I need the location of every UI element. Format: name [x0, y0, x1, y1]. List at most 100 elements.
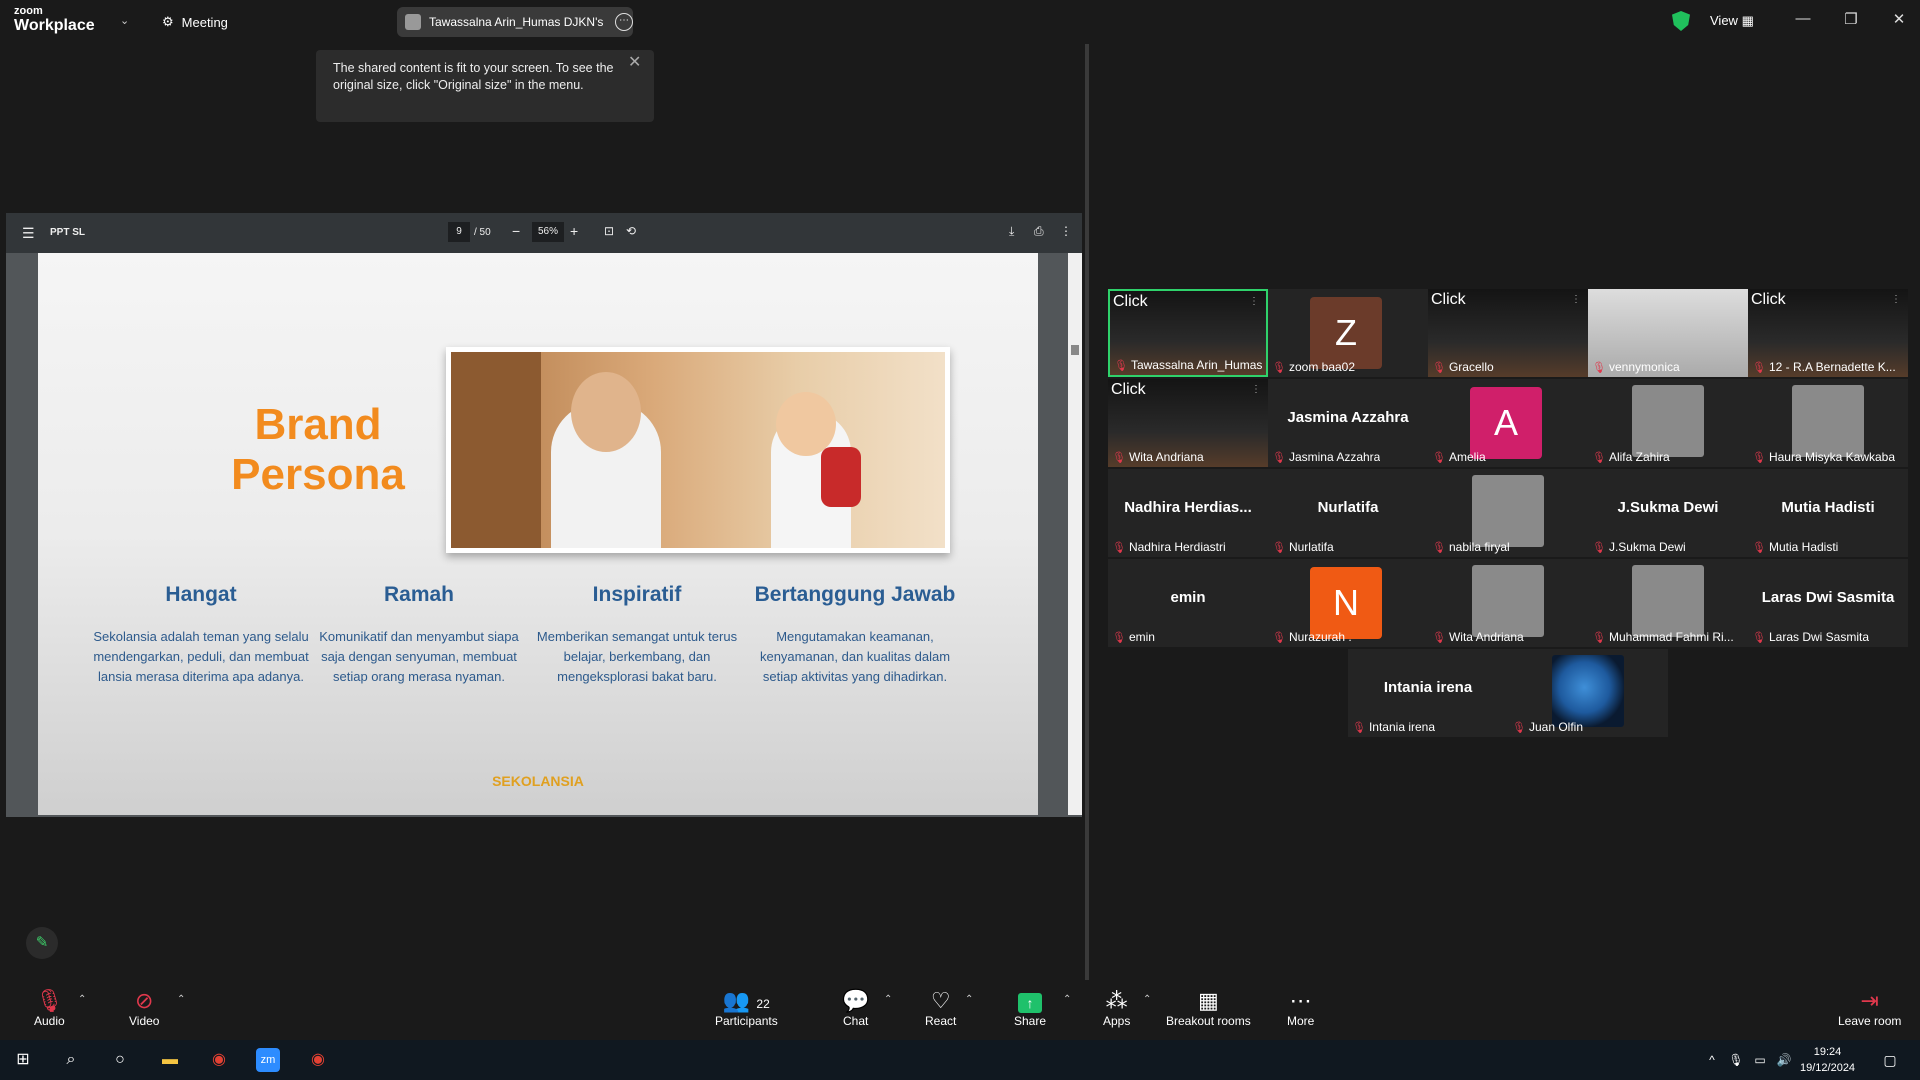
pdf-scrollbar[interactable] — [1068, 253, 1082, 815]
participants-button[interactable]: 👥 22 Participants — [715, 988, 778, 1028]
react-caret-icon[interactable]: ⌃ — [965, 994, 973, 1005]
participant-tile[interactable]: 🎙 nabila firyal — [1428, 469, 1588, 557]
click-logo: Click — [1751, 291, 1786, 308]
page-input[interactable]: 9 — [448, 222, 470, 242]
participant-tile[interactable]: Laras Dwi Sasmita 🎙 Laras Dwi Sasmita — [1748, 559, 1908, 647]
zoom-app-icon[interactable]: zm — [256, 1048, 280, 1072]
chevron-down-icon[interactable]: ⌄ — [120, 14, 129, 27]
chrome-icon[interactable]: ◉ — [207, 1048, 231, 1072]
restore-icon[interactable]: ❐ — [1836, 10, 1866, 28]
mic-muted-icon: 🎙 — [1752, 361, 1766, 374]
participants-label: Participants — [715, 1014, 778, 1028]
file-explorer-icon[interactable]: ▬ — [158, 1048, 182, 1072]
participant-name: 12 - R.A Bernadette K... — [1768, 360, 1896, 374]
microphone-icon[interactable]: 🎙 — [1724, 1048, 1748, 1072]
chrome-profile-icon[interactable]: ◉ — [306, 1048, 330, 1072]
minimize-icon[interactable]: — — [1788, 10, 1818, 27]
annotate-pencil-icon[interactable]: ✎ — [26, 927, 58, 959]
zoom-in-icon[interactable]: + — [570, 223, 578, 239]
participant-tile[interactable]: 🎙 Muhammad Fahmi Ri... — [1588, 559, 1748, 647]
mic-muted-icon: 🎙 — [1112, 631, 1126, 644]
pdf-toolbar: ☰ PPT SL 9 / 50 − 56% + ⊡ ⟲ ⤓ ⎙ ⋮ — [6, 213, 1082, 253]
chat-caret-icon[interactable]: ⌃ — [884, 994, 892, 1005]
participant-tile[interactable]: 🎙 Wita Andriana — [1428, 559, 1588, 647]
column-text: Mengutamakan keamanan, kenyamanan, dan k… — [759, 629, 951, 684]
participant-tile[interactable]: Intania irena 🎙 Intania irena — [1348, 649, 1508, 737]
mic-muted-icon: 🎙 — [1272, 451, 1286, 464]
audio-button[interactable]: 🎙 Audio — [34, 988, 65, 1028]
participant-tile[interactable]: Mutia Hadisti 🎙 Mutia Hadisti — [1748, 469, 1908, 557]
logo-big: Workplace — [14, 17, 95, 34]
more-options-icon[interactable]: ⋯ — [615, 13, 633, 31]
participant-name: Gracello — [1448, 360, 1494, 374]
participant-tile[interactable]: Nadhira Herdias... 🎙 Nadhira Herdiastri — [1108, 469, 1268, 557]
participant-tile[interactable]: N 🎙 Nurazurah . — [1268, 559, 1428, 647]
participant-tile[interactable]: emin 🎙 emin — [1108, 559, 1268, 647]
volume-icon[interactable]: 🔊 — [1772, 1048, 1796, 1072]
more-button[interactable]: ⋯ More — [1287, 988, 1314, 1028]
notifications-icon[interactable]: ▢ — [1878, 1048, 1902, 1072]
close-icon[interactable]: ✕ — [1884, 10, 1914, 28]
zoom-out-icon[interactable]: − — [512, 223, 520, 239]
scroll-thumb[interactable] — [1071, 345, 1079, 355]
splitter[interactable] — [1085, 44, 1089, 980]
task-view-icon[interactable]: ○ — [108, 1048, 132, 1072]
tile-menu-icon[interactable]: ⋮ — [1249, 296, 1259, 307]
participant-tile[interactable]: Nurlatifa 🎙 Nurlatifa — [1268, 469, 1428, 557]
chat-label: Chat — [843, 1014, 869, 1028]
participant-name: Nadhira Herdiastri — [1128, 540, 1226, 554]
react-button[interactable]: ♡ React — [925, 988, 956, 1028]
avatar — [1632, 385, 1704, 457]
participant-tile[interactable]: Click ⋮ 🎙 Tawassalna Arin_Humas ... — [1108, 289, 1268, 377]
video-button[interactable]: ⊘ Video — [129, 988, 159, 1028]
participant-tile[interactable]: 🎙 Juan Olfin — [1508, 649, 1668, 737]
search-icon[interactable]: ⌕ — [59, 1048, 83, 1072]
breakout-rooms-button[interactable]: ▦ Breakout rooms — [1166, 988, 1251, 1028]
share-source-tab[interactable]: Tawassalna Arin_Humas DJKN's s ⋯ — [397, 7, 633, 37]
view-button[interactable]: View ▦ — [1710, 13, 1754, 29]
more-vert-icon[interactable]: ⋮ — [1060, 224, 1072, 238]
apps-caret-icon[interactable]: ⌃ — [1143, 994, 1151, 1005]
fit-page-icon[interactable]: ⊡ — [604, 224, 614, 238]
participant-tile[interactable]: Click ⋮ 🎙 Gracello — [1428, 289, 1588, 377]
share-caret-icon[interactable]: ⌃ — [1063, 994, 1071, 1005]
show-hidden-icons-icon[interactable]: ^ — [1700, 1048, 1724, 1072]
logo-small: zoom — [14, 5, 43, 17]
participant-tile[interactable]: J.Sukma Dewi 🎙 J.Sukma Dewi — [1588, 469, 1748, 557]
avatar: A — [1470, 387, 1542, 459]
tile-menu-icon[interactable]: ⋮ — [1251, 384, 1261, 395]
close-icon[interactable]: ✕ — [628, 52, 641, 72]
apps-button[interactable]: ⁂ Apps — [1103, 988, 1130, 1028]
participant-tile[interactable]: 🎙 vennymonica — [1588, 289, 1748, 377]
participant-tile[interactable]: Click ⋮ 🎙 12 - R.A Bernadette K... — [1748, 289, 1908, 377]
print-icon[interactable]: ⎙ — [1034, 224, 1044, 239]
slide: Brand Persona Hangat Sekolansia adalah te… — [38, 253, 1038, 815]
system-clock[interactable]: 19:24 19/12/2024 — [1800, 1044, 1855, 1076]
participant-tile[interactable]: Jasmina Azzahra 🎙 Jasmina Azzahra — [1268, 379, 1428, 467]
zoom-workplace-logo[interactable]: zoom Workplace — [14, 6, 95, 34]
participant-name: Laras Dwi Sasmita — [1768, 630, 1869, 644]
participant-tile[interactable]: 🎙 Haura Misyka Kawkaba — [1748, 379, 1908, 467]
windows-start-icon[interactable]: ⊞ — [11, 1048, 35, 1072]
share-button[interactable]: ↑ Share — [1014, 988, 1046, 1028]
persona-column: Hangat Sekolansia adalah teman yang selal… — [91, 583, 311, 687]
hamburger-menu-icon[interactable]: ☰ — [22, 225, 35, 242]
audio-caret-icon[interactable]: ⌃ — [78, 994, 86, 1005]
participant-tile[interactable]: Z 🎙 zoom baa02 — [1268, 289, 1428, 377]
participant-name-tag: 🎙 Haura Misyka Kawkaba — [1752, 450, 1895, 464]
leave-room-button[interactable]: ⇥ Leave room — [1838, 988, 1901, 1028]
download-icon[interactable]: ⤓ — [1009, 224, 1014, 239]
network-icon[interactable]: ▭ — [1748, 1048, 1772, 1072]
zoom-input[interactable]: 56% — [532, 222, 564, 242]
participant-tile[interactable]: A 🎙 Amelia — [1428, 379, 1588, 467]
chat-button[interactable]: 💬 Chat — [842, 988, 869, 1028]
meeting-menu[interactable]: ⚙ Meeting — [162, 14, 228, 30]
rotate-icon[interactable]: ⟲ — [626, 224, 636, 238]
participant-name-tag: 🎙 Wita Andriana — [1432, 630, 1524, 644]
participant-tile[interactable]: 🎙 Alifa Zahira — [1588, 379, 1748, 467]
participant-tile[interactable]: Click ⋮ 🎙 Wita Andriana — [1108, 379, 1268, 467]
video-caret-icon[interactable]: ⌃ — [177, 994, 185, 1005]
tile-menu-icon[interactable]: ⋮ — [1571, 294, 1581, 305]
tile-menu-icon[interactable]: ⋮ — [1891, 294, 1901, 305]
participant-display-name: Intania irena — [1383, 679, 1473, 696]
